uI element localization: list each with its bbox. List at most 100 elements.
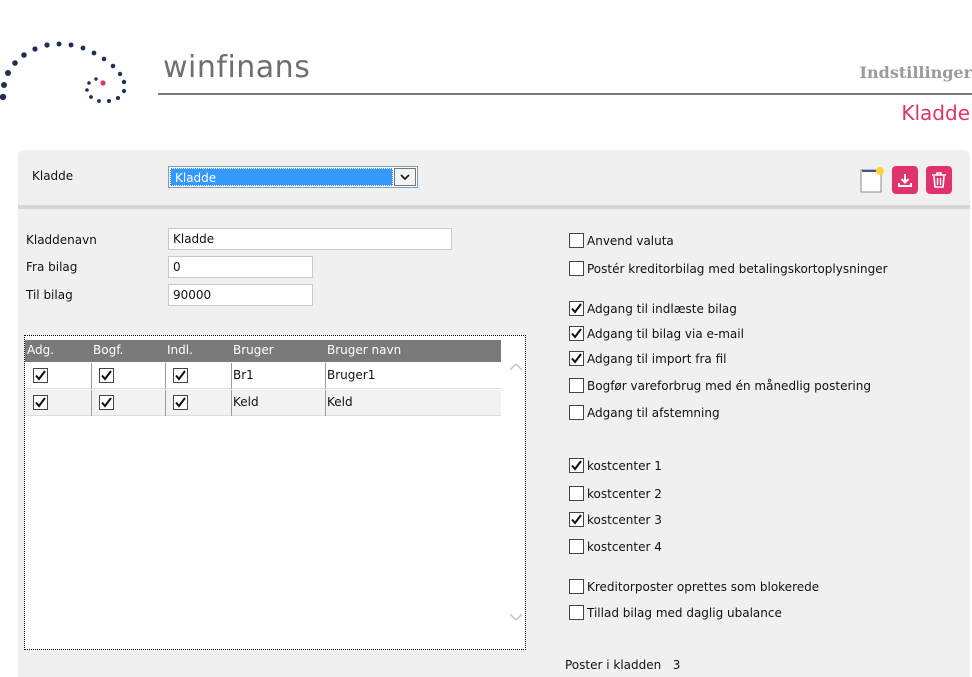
option-label: Adgang til bilag via e-mail <box>587 327 744 341</box>
option-label: kostcenter 1 <box>587 459 662 473</box>
option-afstemning[interactable]: Adgang til afstemning <box>569 402 720 420</box>
option-label: Kreditorposter oprettes som blokerede <box>587 580 820 594</box>
scroll-up-icon[interactable] <box>509 362 523 372</box>
toolbar: Kladde Kladde <box>18 150 970 205</box>
option-kostcenter-3[interactable]: kostcenter 3 <box>569 509 662 527</box>
bogf-checkbox[interactable] <box>99 368 114 383</box>
user-access-table: Adg. Bogf. Indl. Bruger Bruger navn Br1 … <box>24 335 526 650</box>
option-kostcenter-4[interactable]: kostcenter 4 <box>569 536 662 554</box>
checkmark-icon <box>571 328 582 339</box>
cell-divider <box>325 363 326 389</box>
cell-divider <box>165 390 166 416</box>
option-label: Adgang til indlæste bilag <box>587 302 737 316</box>
from-bilag-label: Fra bilag <box>26 260 78 274</box>
cell-divider <box>231 363 232 389</box>
checkbox[interactable] <box>569 326 584 341</box>
checkmark-icon <box>571 460 582 471</box>
column-header[interactable]: Adg. <box>27 343 54 357</box>
table-header: Adg. Bogf. Indl. Bruger Bruger navn <box>25 340 501 362</box>
checkbox[interactable] <box>569 605 584 620</box>
option-kreditorposter-blokerede[interactable]: Kreditorposter oprettes som blokerede <box>569 576 819 594</box>
option-label: Bogfør vareforbrug med én månedlig poste… <box>587 379 871 393</box>
name-field[interactable]: Kladde <box>168 228 452 250</box>
chevron-down-icon[interactable] <box>394 168 416 186</box>
column-header[interactable]: Indl. <box>167 343 193 357</box>
download-icon <box>898 174 912 187</box>
checkbox[interactable] <box>569 351 584 366</box>
to-bilag-label: Til bilag <box>26 288 73 302</box>
checkbox[interactable] <box>569 458 584 473</box>
entries-count-value: 3 <box>672 658 681 672</box>
cell-divider <box>91 390 92 416</box>
indl-checkbox[interactable] <box>173 395 188 410</box>
table-row[interactable]: Keld Keld <box>25 390 501 416</box>
checkbox[interactable] <box>569 512 584 527</box>
option-daglig-ubalance[interactable]: Tillad bilag med daglig ubalance <box>569 602 782 620</box>
header-divider <box>158 93 972 95</box>
name-label: Kladdenavn <box>26 233 97 247</box>
cell-divider <box>91 363 92 389</box>
option-label: Anvend valuta <box>587 234 674 248</box>
checkbox[interactable] <box>569 301 584 316</box>
page-title: Kladde <box>901 101 970 125</box>
checkbox[interactable] <box>569 486 584 501</box>
toolbar-divider <box>18 205 970 209</box>
checkbox[interactable] <box>569 539 584 554</box>
option-label: Adgang til import fra fil <box>587 352 727 366</box>
option-kreditorbilag-betalingskort[interactable]: Postér kreditorbilag med betalingskortop… <box>569 258 888 276</box>
option-bilag-email[interactable]: Adgang til bilag via e-mail <box>569 323 744 341</box>
checkmark-icon <box>571 514 582 525</box>
brand-name: winfinans <box>163 50 311 85</box>
checkbox[interactable] <box>569 378 584 393</box>
to-bilag-field[interactable]: 90000 <box>168 284 313 306</box>
scroll-down-icon[interactable] <box>509 612 523 622</box>
option-vareforbrug-maanedlig[interactable]: Bogfør vareforbrug med én månedlig poste… <box>569 375 871 393</box>
new-document-icon <box>860 167 884 193</box>
option-label: kostcenter 2 <box>587 487 662 501</box>
new-kladde-button[interactable] <box>859 166 885 194</box>
user-id-cell: Br1 <box>233 368 254 382</box>
checkbox[interactable] <box>569 233 584 248</box>
column-header[interactable]: Bogf. <box>93 343 123 357</box>
cell-divider <box>231 390 232 416</box>
settings-panel: Kladde Kladde Kladdenavn Kladde Fra bila… <box>18 150 970 677</box>
bogf-checkbox[interactable] <box>99 395 114 410</box>
option-label: Postér kreditorbilag med betalingskortop… <box>587 262 888 276</box>
entries-count-label: Poster i kladden <box>565 658 662 672</box>
adg-checkbox[interactable] <box>33 395 48 410</box>
indl-checkbox[interactable] <box>173 368 188 383</box>
cell-divider <box>325 390 326 416</box>
winfinans-logo <box>0 41 127 103</box>
checkbox[interactable] <box>569 405 584 420</box>
entries-count: Poster i kladden 3 <box>565 658 680 672</box>
kladde-select-label: Kladde <box>32 169 74 183</box>
option-label: kostcenter 4 <box>587 540 662 554</box>
from-bilag-field[interactable]: 0 <box>168 256 313 278</box>
user-id-cell: Keld <box>233 395 259 409</box>
cell-divider <box>165 363 166 389</box>
user-name-cell: Keld <box>327 395 353 409</box>
checkmark-icon <box>571 303 582 314</box>
option-indlaeste-bilag[interactable]: Adgang til indlæste bilag <box>569 298 737 316</box>
kladde-select-value: Kladde <box>170 168 393 186</box>
kladde-select[interactable]: Kladde <box>168 166 418 188</box>
download-button[interactable] <box>892 166 918 194</box>
checkmark-icon <box>571 353 582 364</box>
section-title: Indstillinger <box>859 63 972 82</box>
option-import-fil[interactable]: Adgang til import fra fil <box>569 348 726 366</box>
checkbox[interactable] <box>569 261 584 276</box>
adg-checkbox[interactable] <box>33 368 48 383</box>
option-label: Adgang til afstemning <box>587 406 720 420</box>
option-kostcenter-1[interactable]: kostcenter 1 <box>569 455 662 473</box>
option-kostcenter-2[interactable]: kostcenter 2 <box>569 483 662 501</box>
column-header[interactable]: Bruger navn <box>327 343 401 357</box>
trash-icon <box>932 172 946 188</box>
table-row[interactable]: Br1 Bruger1 <box>25 363 501 389</box>
option-anvend-valuta[interactable]: Anvend valuta <box>569 230 674 248</box>
option-label: kostcenter 3 <box>587 513 662 527</box>
column-header[interactable]: Bruger <box>233 343 274 357</box>
delete-button[interactable] <box>926 166 952 194</box>
user-name-cell: Bruger1 <box>327 368 376 382</box>
option-label: Tillad bilag med daglig ubalance <box>587 606 782 620</box>
checkbox[interactable] <box>569 579 584 594</box>
